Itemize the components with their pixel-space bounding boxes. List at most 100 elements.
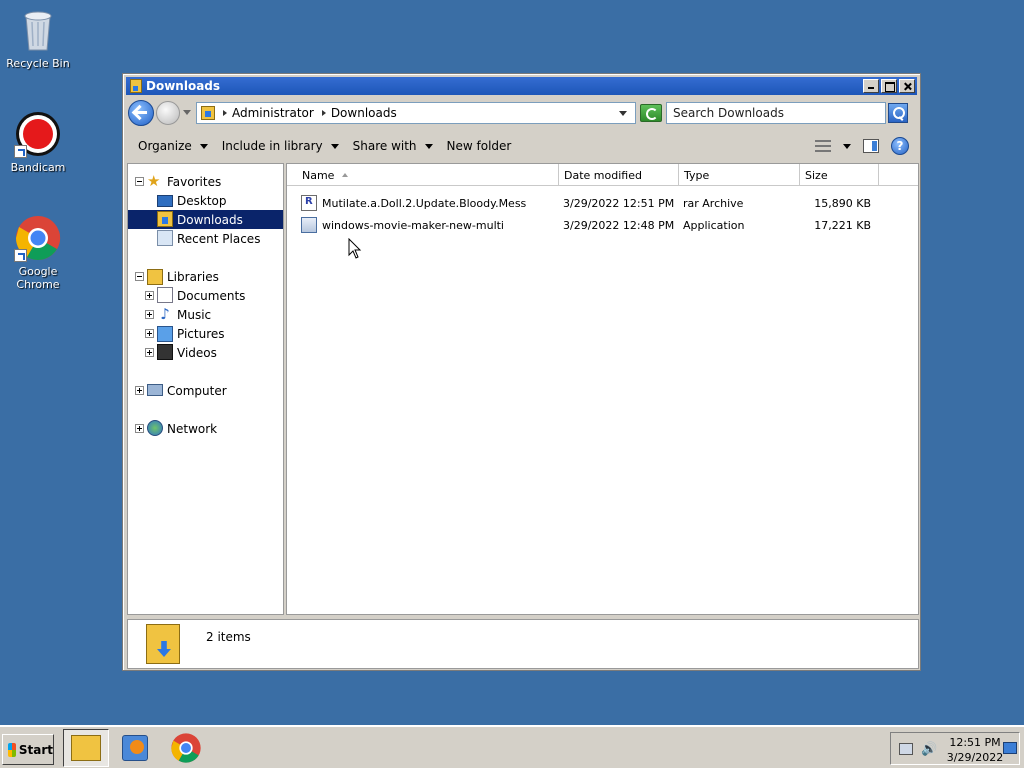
clock-time[interactable]: 12:51 PM xyxy=(947,736,1003,749)
nav-item-pictures[interactable]: Pictures xyxy=(128,324,283,343)
item-count: 2 items xyxy=(206,630,251,644)
title-bar[interactable]: Downloads xyxy=(126,77,917,95)
nav-item-videos[interactable]: Videos xyxy=(128,343,283,362)
include-in-library-button[interactable]: Include in library xyxy=(220,137,341,155)
file-row[interactable]: windows-movie-maker-new-multi 3/29/2022 … xyxy=(301,215,901,235)
organize-button[interactable]: Organize xyxy=(136,137,210,155)
breadcrumb-separator-icon[interactable] xyxy=(321,110,326,116)
expand-icon[interactable] xyxy=(135,386,144,395)
recent-places-icon xyxy=(157,230,173,246)
desktop-icon-google-chrome[interactable]: Google Chrome xyxy=(0,214,78,291)
nav-item-recent-places[interactable]: Recent Places xyxy=(128,229,283,248)
nav-item-music[interactable]: ♪ Music xyxy=(128,305,283,324)
column-header-name[interactable]: Name xyxy=(287,164,559,186)
share-with-button[interactable]: Share with xyxy=(351,137,435,155)
network-status-icon[interactable] xyxy=(899,743,913,755)
file-list-pane: Name Date modified Type Size Mutilate.a.… xyxy=(286,163,919,615)
column-header-date-modified[interactable]: Date modified xyxy=(559,164,679,186)
videos-icon xyxy=(157,344,173,360)
view-options-icon[interactable] xyxy=(815,140,831,152)
nav-item-label: Documents xyxy=(177,288,246,303)
organize-label: Organize xyxy=(138,139,192,153)
window-controls xyxy=(863,79,915,93)
address-dropdown-icon[interactable] xyxy=(619,111,627,120)
column-header-size[interactable]: Size xyxy=(800,164,879,186)
chevron-down-icon xyxy=(330,143,339,153)
file-type: rar Archive xyxy=(683,196,744,210)
chevron-down-icon[interactable] xyxy=(843,143,851,153)
include-in-library-label: Include in library xyxy=(221,139,323,153)
chrome-icon xyxy=(14,214,62,262)
file-size: 17,221 KB xyxy=(814,218,871,232)
nav-item-downloads[interactable]: Downloads xyxy=(128,210,283,229)
expand-icon[interactable] xyxy=(145,348,154,357)
taskbar-app-explorer[interactable] xyxy=(63,729,109,767)
nav-item-label: Recent Places xyxy=(177,231,261,246)
start-label: Start xyxy=(18,742,53,757)
expand-icon[interactable] xyxy=(145,310,154,319)
nav-item-libraries[interactable]: Libraries xyxy=(128,267,283,286)
mouse-cursor-icon xyxy=(348,238,362,259)
desktop-icon-recycle-bin[interactable]: Recycle Bin xyxy=(0,6,78,70)
new-folder-button[interactable]: New folder xyxy=(445,137,514,155)
clock-date[interactable]: 3/29/2022 xyxy=(945,751,1005,764)
recent-pages-dropdown[interactable] xyxy=(182,108,192,118)
explorer-icon xyxy=(71,735,101,761)
nav-item-desktop[interactable]: Desktop xyxy=(128,191,283,210)
file-row[interactable]: Mutilate.a.Doll.2.Update.Bloody.Mess 3/2… xyxy=(301,193,901,213)
window-title: Downloads xyxy=(146,79,221,93)
volume-icon[interactable]: 🔊 xyxy=(921,742,937,757)
computer-icon xyxy=(147,384,163,396)
chevron-down-icon xyxy=(199,143,208,153)
media-player-icon xyxy=(122,735,148,761)
rar-archive-icon xyxy=(301,195,317,211)
details-pane: 2 items xyxy=(127,619,919,669)
start-button[interactable]: Start xyxy=(2,734,54,765)
documents-icon xyxy=(157,287,173,303)
nav-item-label: Libraries xyxy=(167,269,219,284)
nav-item-label: Network xyxy=(167,421,218,436)
taskbar-app-media-player[interactable] xyxy=(112,729,158,767)
forward-button[interactable] xyxy=(156,101,180,125)
desktop-icon-bandicam[interactable]: Bandicam xyxy=(0,110,78,174)
music-icon: ♪ xyxy=(160,305,170,323)
nav-item-documents[interactable]: Documents xyxy=(128,286,283,305)
back-button[interactable] xyxy=(128,100,154,126)
refresh-button[interactable] xyxy=(640,104,662,122)
breadcrumb-administrator[interactable]: Administrator xyxy=(232,106,314,120)
nav-item-favorites[interactable]: ★ Favorites xyxy=(128,172,283,191)
column-header-type[interactable]: Type xyxy=(679,164,800,186)
nav-item-network[interactable]: Network xyxy=(128,419,283,438)
system-tray: 🔊 12:51 PM 3/29/2022 xyxy=(890,732,1020,765)
desktop-icon xyxy=(157,195,173,207)
taskbar: Start 🔊 12:51 PM 3/29/2022 xyxy=(0,725,1024,768)
minimize-button[interactable] xyxy=(863,79,879,93)
nav-item-label: Downloads xyxy=(177,212,243,227)
pictures-icon xyxy=(157,326,173,342)
breadcrumb-separator-icon[interactable] xyxy=(223,110,227,116)
column-headers: Name Date modified Type Size xyxy=(287,164,918,186)
nav-item-computer[interactable]: Computer xyxy=(128,381,283,400)
search-input[interactable]: Search Downloads xyxy=(666,102,886,124)
nav-item-label: Computer xyxy=(167,383,227,398)
expand-icon[interactable] xyxy=(145,329,154,338)
collapse-icon[interactable] xyxy=(135,177,144,186)
share-with-label: Share with xyxy=(352,139,417,153)
close-button[interactable] xyxy=(899,79,915,93)
breadcrumb-downloads[interactable]: Downloads xyxy=(331,106,397,120)
application-icon xyxy=(301,217,317,233)
address-box[interactable]: Administrator Downloads xyxy=(196,102,636,124)
star-icon: ★ xyxy=(147,172,161,190)
help-icon[interactable]: ? xyxy=(891,137,909,155)
preview-pane-icon[interactable] xyxy=(863,139,879,153)
search-icon[interactable] xyxy=(888,103,908,123)
taskbar-app-chrome[interactable] xyxy=(163,729,209,767)
collapse-icon[interactable] xyxy=(135,272,144,281)
expand-icon[interactable] xyxy=(135,424,144,433)
downloads-folder-icon xyxy=(157,211,173,227)
expand-icon[interactable] xyxy=(145,291,154,300)
bandicam-icon xyxy=(14,110,62,158)
nav-item-label: Videos xyxy=(177,345,217,360)
maximize-button[interactable] xyxy=(881,79,897,93)
show-desktop-icon[interactable] xyxy=(1003,742,1017,754)
